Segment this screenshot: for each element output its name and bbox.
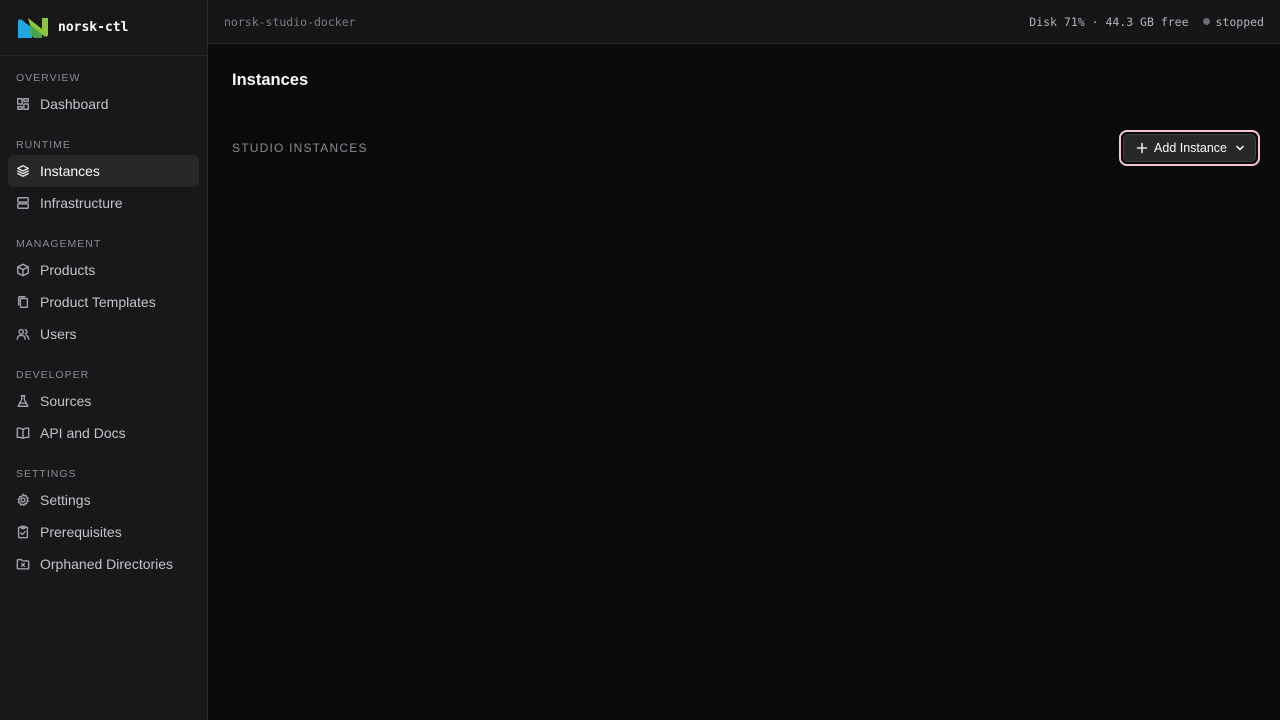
sidebar-item-label: Products [40,262,96,278]
section-label-settings: SETTINGS [16,468,77,480]
brand-name: norsk-ctl [58,20,129,35]
sidebar-item-label: Users [40,326,77,342]
section-header-row: STUDIO INSTANCES Add Instance [232,128,1260,168]
chevron-down-icon [1236,145,1244,151]
sidebar-item-instances[interactable]: Instances [8,155,199,187]
sidebar-item-label: Infrastructure [40,195,123,211]
sidebar-item-label: Product Templates [40,294,156,310]
sidebar-item-label: Instances [40,163,100,179]
status-area: Disk 71% · 44.3 GB free stopped [1029,15,1264,29]
sidebar-item-users[interactable]: Users [8,318,199,350]
disk-usage: Disk 71% · 44.3 GB free [1029,14,1189,29]
layers-icon [16,164,30,178]
main-content: Instances STUDIO INSTANCES Add Instance [208,44,1280,720]
page-title: Instances [232,71,309,89]
clipboard-check-icon [16,525,30,539]
norsk-logo-icon [18,17,48,38]
sidebar-item-dashboard[interactable]: Dashboard [8,88,199,120]
topbar: norsk-studio-docker Disk 71% · 44.3 GB f… [208,0,1280,44]
sidebar-item-label: Settings [40,492,91,508]
sidebar-item-settings[interactable]: Settings [8,484,199,516]
folder-x-icon [16,557,30,571]
section-label-management: MANAGEMENT [16,238,102,250]
sidebar-item-label: Orphaned Directories [40,556,174,572]
flask-icon [16,394,30,408]
gear-icon [16,493,30,507]
sidebar-item-infrastructure[interactable]: Infrastructure [8,187,199,219]
section-label-runtime: RUNTIME [16,139,71,151]
brand[interactable]: norsk-ctl [0,0,207,56]
dashboard-icon [16,97,30,111]
server-icon [16,196,30,210]
sidebar-item-label: Prerequisites [40,524,122,540]
status-text: stopped [1215,14,1264,29]
copy-icon [16,295,30,309]
sidebar-item-product-templates[interactable]: Product Templates [8,286,199,318]
sidebar-nav: OVERVIEW Dashboard RUNTIME Instances Inf… [0,56,207,580]
sidebar-item-api-and-docs[interactable]: API and Docs [8,417,199,449]
users-icon [16,327,30,341]
plus-icon [1136,142,1148,154]
add-instance-label: Add Instance [1154,141,1227,155]
sidebar-item-products[interactable]: Products [8,254,199,286]
sidebar-item-orphaned-directories[interactable]: Orphaned Directories [8,548,199,580]
host-name: norsk-studio-docker [224,14,356,29]
add-instance-button[interactable]: Add Instance [1123,134,1256,162]
status-dot-icon [1202,18,1210,25]
section-label-overview: OVERVIEW [16,72,81,84]
section-heading: STUDIO INSTANCES [232,141,368,155]
book-icon [16,426,30,440]
sidebar-item-label: Dashboard [40,96,109,112]
sidebar-item-prerequisites[interactable]: Prerequisites [8,516,199,548]
section-label-developer: DEVELOPER [16,369,90,381]
sidebar-item-label: API and Docs [40,425,126,441]
sidebar-item-sources[interactable]: Sources [8,385,199,417]
sidebar: norsk-ctl OVERVIEW Dashboard RUNTIME Ins… [0,0,208,720]
package-icon [16,263,30,277]
sidebar-item-label: Sources [40,393,92,409]
focus-ring: Add Instance [1119,130,1260,166]
